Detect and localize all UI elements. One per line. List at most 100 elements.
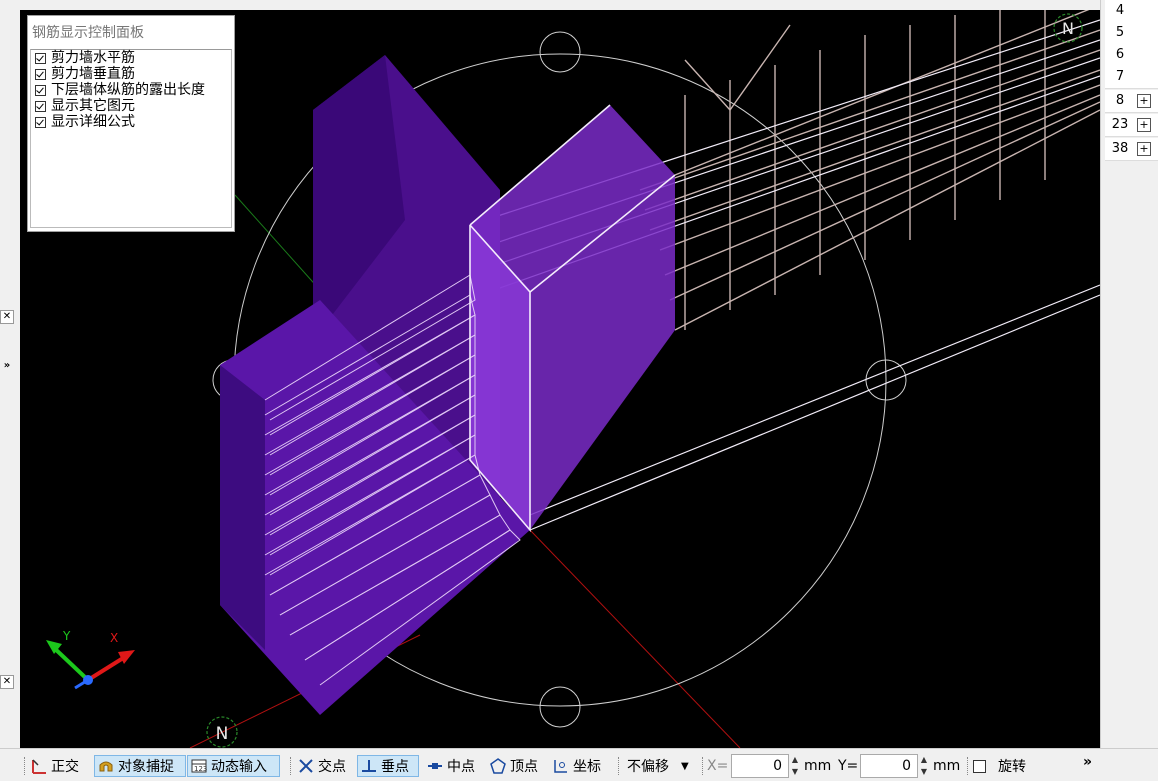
x-label: X= (707, 758, 729, 774)
expand-plus-icon[interactable]: + (1137, 142, 1151, 156)
coordinate-label: 坐标 (573, 759, 601, 775)
checkbox[interactable] (35, 68, 46, 80)
checkbox[interactable] (35, 100, 46, 112)
expand-plus-icon[interactable]: + (1137, 118, 1151, 132)
list-item[interactable]: 7 (1105, 66, 1158, 89)
row-number: 5 (1115, 25, 1125, 40)
coordinate-icon (552, 757, 570, 775)
close-icon[interactable]: ✕ (0, 310, 14, 324)
list-item[interactable]: 5 (1105, 22, 1158, 45)
panel-title: 钢筋显示控制面板 (32, 25, 144, 41)
checkbox[interactable] (35, 52, 46, 64)
ortho-icon (30, 757, 48, 775)
list-item[interactable]: 23 + (1105, 114, 1158, 137)
dynamic-input-button[interactable]: 123 动态输入 (187, 755, 280, 777)
perpendicular-icon (360, 757, 378, 775)
rotate-checkbox[interactable]: 旋转 (973, 755, 1026, 777)
panel-options: 剪力墙水平筋 剪力墙垂直筋 下层墙体纵筋的露出长度 显示其它图元 显示详细公式 (30, 49, 232, 228)
midpoint-snap-button[interactable]: 中点 (426, 755, 475, 777)
dynamic-input-label: 动态输入 (211, 759, 267, 775)
row-number: 6 (1115, 47, 1125, 62)
perpendicular-label: 垂点 (381, 759, 409, 775)
coordinate-snap-button[interactable]: 坐标 (552, 755, 601, 777)
divider (290, 757, 292, 775)
more-icon[interactable]: » (1083, 751, 1092, 773)
intersection-icon (297, 757, 315, 775)
checkbox[interactable] (973, 759, 986, 773)
orbit-handle-bottom (539, 686, 581, 728)
chevron-down-icon: ▼ (681, 760, 689, 772)
compass-n-icon: N (206, 716, 238, 748)
close-icon[interactable]: ✕ (0, 675, 14, 689)
checkbox[interactable] (35, 116, 46, 128)
option-wall-vertical-rebar[interactable]: 剪力墙垂直筋 (31, 66, 231, 82)
left-dock: ✕ » ✕ (0, 10, 20, 748)
compass-label: N (1062, 19, 1074, 38)
option-label: 下层墙体纵筋的露出长度 (51, 81, 205, 98)
orbit-handle-top (539, 31, 581, 73)
snap-statusbar: 正交 对象捕捉 123 动态输入 交点 垂点 中点 顶点 坐标 不偏移 ▼ X=… (0, 748, 1158, 781)
option-show-other-elements[interactable]: 显示其它图元 (31, 98, 231, 114)
rebar-display-panel: 钢筋显示控制面板 剪力墙水平筋 剪力墙垂直筋 下层墙体纵筋的露出长度 显示其它图… (27, 15, 235, 232)
list-item[interactable]: 8 + (1105, 90, 1158, 113)
ortho-button[interactable]: 正交 (30, 755, 79, 777)
list-item[interactable]: 38 + (1105, 138, 1158, 161)
divider (618, 757, 620, 775)
axis-x-label: X (110, 631, 118, 645)
perpendicular-snap-button[interactable]: 垂点 (357, 755, 419, 777)
toolbar-strip (0, 0, 1100, 10)
wall-lower-side (220, 365, 265, 650)
divider (702, 757, 704, 775)
offset-mode-dropdown[interactable]: 不偏移 ▼ (627, 755, 689, 777)
x-unit: mm (804, 758, 832, 774)
option-label: 显示详细公式 (51, 113, 135, 130)
intersection-label: 交点 (318, 759, 346, 775)
expand-icon[interactable]: » (0, 360, 14, 374)
vertex-pentagon-icon (489, 757, 507, 775)
compass-n-icon: N (1053, 13, 1083, 43)
vertex-label: 顶点 (510, 759, 538, 775)
midpoint-label: 中点 (447, 759, 475, 775)
svg-text:123: 123 (194, 765, 207, 773)
dynamic-input-icon: 123 (190, 757, 208, 775)
y-label: Y= (838, 758, 859, 774)
row-number: 7 (1115, 69, 1125, 84)
axis-line-red (529, 529, 741, 748)
option-label: 剪力墙水平筋 (51, 49, 135, 66)
offset-mode-value: 不偏移 (627, 759, 669, 775)
option-show-detailed-formula[interactable]: 显示详细公式 (31, 114, 231, 130)
expand-plus-icon[interactable]: + (1137, 94, 1151, 108)
ortho-label: 正交 (51, 759, 79, 775)
option-wall-horizontal-rebar[interactable]: 剪力墙水平筋 (31, 50, 231, 66)
rebar-cage-far (639, 10, 1100, 331)
object-snap-button[interactable]: 对象捕捉 (94, 755, 186, 777)
row-number: 23 (1111, 117, 1129, 132)
list-item[interactable]: 4 (1105, 0, 1158, 23)
y-coordinate-input[interactable]: 0 (860, 754, 918, 778)
divider (967, 757, 969, 775)
row-number: 8 (1115, 93, 1125, 108)
row-number: 38 (1111, 141, 1129, 156)
divider (24, 757, 26, 775)
object-snap-label: 对象捕捉 (118, 759, 174, 775)
list-item[interactable]: 6 (1105, 44, 1158, 67)
x-coordinate-input[interactable]: 0 (731, 754, 789, 778)
intersection-snap-button[interactable]: 交点 (297, 755, 346, 777)
rotate-label: 旋转 (998, 759, 1026, 775)
vertex-snap-button[interactable]: 顶点 (489, 755, 538, 777)
x-spinner-icon[interactable]: ▲ ▼ (789, 754, 801, 778)
y-unit: mm (933, 758, 961, 774)
option-lower-wall-exposed-length[interactable]: 下层墙体纵筋的露出长度 (31, 82, 231, 98)
compass-label: N (216, 724, 229, 744)
axis-line-green (234, 194, 321, 291)
checkbox[interactable] (35, 84, 46, 96)
midpoint-icon (426, 757, 444, 775)
option-label: 显示其它图元 (51, 97, 135, 114)
axis-y-label: Y (62, 629, 71, 643)
option-label: 剪力墙垂直筋 (51, 65, 135, 82)
axis-gizmo-icon: Y X (46, 629, 135, 690)
y-spinner-icon[interactable]: ▲ ▼ (918, 754, 930, 778)
snap-magnet-icon (97, 757, 115, 775)
rebar-list-panel: 4 5 6 7 8 + 23 + 38 + (1100, 0, 1158, 748)
row-number: 4 (1115, 3, 1125, 18)
